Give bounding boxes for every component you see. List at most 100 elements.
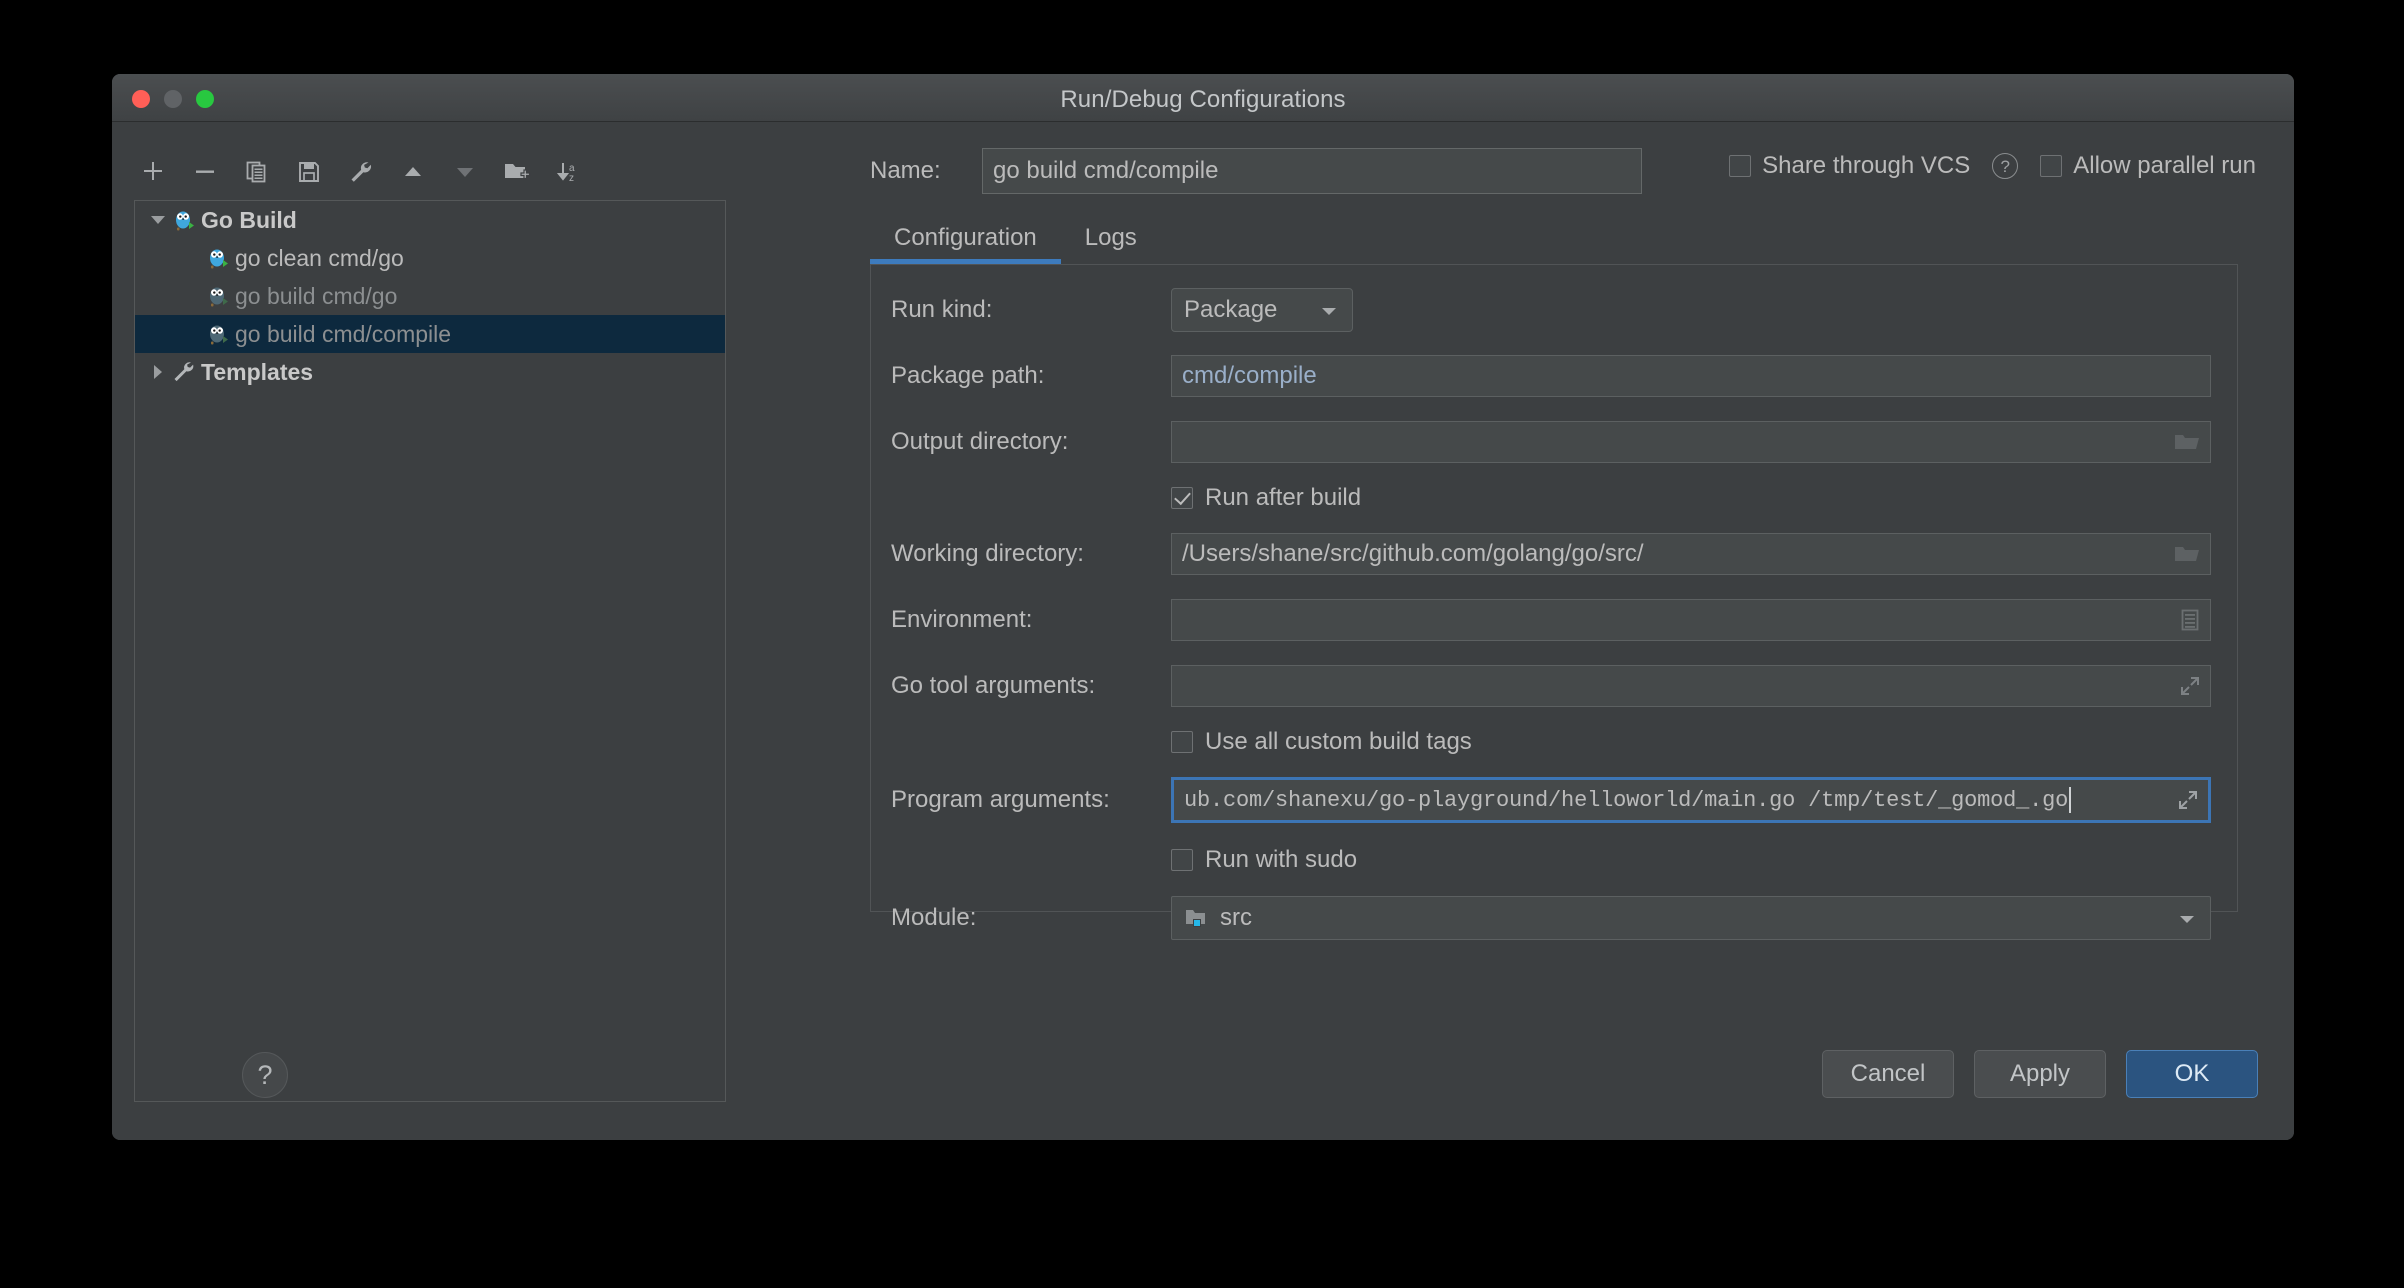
- name-input[interactable]: [982, 148, 1642, 194]
- svg-text:z: z: [569, 173, 574, 184]
- move-down-button[interactable]: [446, 153, 484, 191]
- run-after-build-checkbox[interactable]: Run after build: [1171, 484, 1361, 512]
- allow-parallel-run-checkbox[interactable]: Allow parallel run: [2040, 152, 2256, 180]
- program-arguments-field[interactable]: ub.com/shanexu/go-playground/helloworld/…: [1171, 777, 2211, 823]
- header-options: Share through VCS ? Allow parallel run: [1729, 152, 2256, 180]
- save-icon: [296, 159, 322, 185]
- module-dropdown[interactable]: src: [1171, 896, 2211, 940]
- folder-icon[interactable]: [2172, 542, 2202, 566]
- dialog-body: a z Go Build go clean cmd/go go build cmd/…: [112, 122, 2294, 1140]
- run-kind-label: Run kind:: [891, 296, 993, 323]
- tree-item-label: go build cmd/compile: [235, 320, 452, 347]
- cancel-button[interactable]: Cancel: [1822, 1050, 1954, 1098]
- tree-item-go-clean-cmd-go[interactable]: go clean cmd/go: [135, 239, 725, 277]
- run-after-build-row: Run after build: [871, 475, 2237, 521]
- sort-az-icon: a z: [555, 159, 583, 185]
- configurations-tree[interactable]: Go Build go clean cmd/go go build cmd/go go…: [134, 200, 726, 1102]
- share-vcs-help-icon[interactable]: ?: [1992, 153, 2019, 179]
- tree-item-templates[interactable]: Templates: [135, 353, 725, 391]
- apply-button[interactable]: Apply: [1974, 1050, 2106, 1098]
- working-directory-value: /Users/shane/src/github.com/golang/go/sr…: [1182, 540, 1644, 567]
- share-vcs-checkbox-box[interactable]: [1729, 155, 1752, 177]
- package-path-row: Package path: cmd/compile: [871, 353, 2237, 399]
- copy-icon: [244, 159, 270, 185]
- module-row: Module: src: [871, 895, 2237, 941]
- add-configuration-button[interactable]: [134, 153, 172, 191]
- package-path-label: Package path:: [891, 362, 1045, 389]
- tree-item-go-build-cmd-compile[interactable]: go build cmd/compile: [135, 315, 725, 353]
- configuration-right-pane: Name: Share through VCS ? Allow parallel…: [772, 122, 2294, 1140]
- tree-expander-closed-icon[interactable]: [145, 364, 171, 380]
- custom-build-tags-row: Use all custom build tags: [871, 719, 2237, 765]
- tree-item-go-build-cmd-go[interactable]: go build cmd/go: [135, 277, 725, 315]
- remove-configuration-button[interactable]: [186, 153, 224, 191]
- ok-button[interactable]: OK: [2126, 1050, 2258, 1098]
- dialog-footer: ? Cancel Apply OK: [112, 1030, 2294, 1140]
- help-button[interactable]: ?: [242, 1052, 288, 1098]
- module-label: Module:: [891, 904, 977, 931]
- new-folder-button[interactable]: [498, 153, 536, 191]
- allow-parallel-label: Allow parallel run: [2073, 152, 2256, 179]
- tree-item-label: go build cmd/go: [235, 282, 398, 309]
- package-path-field[interactable]: cmd/compile: [1171, 355, 2211, 397]
- chevron-down-icon: [1320, 296, 1338, 324]
- folder-icon[interactable]: [2172, 430, 2202, 454]
- save-configuration-button[interactable]: [290, 153, 328, 191]
- use-all-custom-build-tags-checkbox[interactable]: Use all custom build tags: [1171, 728, 1472, 756]
- tab-logs[interactable]: Logs: [1061, 224, 1161, 264]
- configuration-tabs: Configuration Logs: [870, 218, 1161, 264]
- go-gopher-icon: [171, 208, 197, 232]
- share-vcs-label: Share through VCS: [1762, 152, 1971, 179]
- program-arguments-value: ub.com/shanexu/go-playground/helloworld/…: [1184, 787, 2069, 813]
- output-directory-row: Output directory:: [871, 419, 2237, 465]
- tab-configuration[interactable]: Configuration: [870, 224, 1061, 264]
- window-title: Run/Debug Configurations: [1060, 86, 1346, 113]
- module-folder-icon: [1184, 906, 1210, 930]
- go-tool-arguments-field[interactable]: [1171, 665, 2211, 707]
- output-directory-label: Output directory:: [891, 428, 1069, 455]
- chevron-down-icon: [2178, 904, 2196, 932]
- run-with-sudo-checkbox-box[interactable]: [1171, 849, 1193, 871]
- environment-row: Environment:: [871, 597, 2237, 643]
- edit-templates-button[interactable]: [342, 153, 380, 191]
- go-gopher-icon: [205, 246, 231, 270]
- custom-build-tags-checkbox-box[interactable]: [1171, 731, 1193, 753]
- program-arguments-row: Program arguments: ub.com/shanexu/go-pla…: [871, 777, 2237, 823]
- configuration-form-panel: Run kind: Package Package path: cmd/comp…: [870, 264, 2238, 940]
- name-row: Name:: [870, 148, 1642, 194]
- run-kind-dropdown[interactable]: Package: [1171, 288, 1353, 332]
- allow-parallel-checkbox-box[interactable]: [2040, 155, 2063, 177]
- plus-icon: [140, 159, 166, 185]
- program-arguments-label: Program arguments:: [891, 786, 1110, 813]
- sort-alphabetically-button[interactable]: a z: [550, 153, 588, 191]
- run-after-build-checkbox-box[interactable]: [1171, 487, 1193, 509]
- copy-configuration-button[interactable]: [238, 153, 276, 191]
- configurations-toolbar: a z: [134, 150, 588, 194]
- text-cursor: [2069, 787, 2072, 813]
- minus-icon: [192, 159, 218, 185]
- run-with-sudo-label: Run with sudo: [1205, 846, 1358, 873]
- wrench-icon: [171, 360, 197, 384]
- module-value: src: [1220, 904, 1252, 931]
- share-through-vcs-checkbox[interactable]: Share through VCS: [1729, 152, 1970, 180]
- custom-build-tags-label: Use all custom build tags: [1205, 728, 1472, 755]
- run-kind-row: Run kind: Package: [871, 287, 2237, 333]
- move-up-button[interactable]: [394, 153, 432, 191]
- go-gopher-icon: [205, 284, 231, 308]
- working-directory-field[interactable]: /Users/shane/src/github.com/golang/go/sr…: [1171, 533, 2211, 575]
- expand-icon[interactable]: [2178, 674, 2202, 698]
- arrow-down-icon: [452, 159, 478, 185]
- run-with-sudo-checkbox[interactable]: Run with sudo: [1171, 846, 1357, 874]
- output-directory-field[interactable]: [1171, 421, 2211, 463]
- list-icon[interactable]: [2178, 607, 2202, 633]
- environment-field[interactable]: [1171, 599, 2211, 641]
- run-kind-value: Package: [1184, 296, 1278, 323]
- run-with-sudo-row: Run with sudo: [871, 837, 2237, 883]
- go-gopher-icon: [205, 322, 231, 346]
- run-after-build-label: Run after build: [1205, 484, 1362, 511]
- expand-icon[interactable]: [2176, 788, 2200, 812]
- tree-expander-open-icon[interactable]: [145, 213, 171, 227]
- window-titlebar: Run/Debug Configurations: [112, 74, 2294, 122]
- go-tool-arguments-label: Go tool arguments:: [891, 672, 1096, 699]
- tree-item-go-build[interactable]: Go Build: [135, 201, 725, 239]
